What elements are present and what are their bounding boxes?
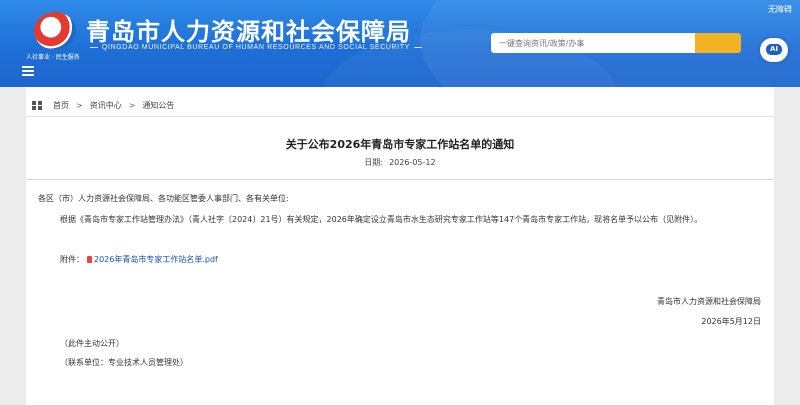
robot-icon[interactable]: AI [758,34,790,66]
search-box [491,33,741,53]
search-input[interactable] [491,33,695,53]
public-note: （此件主动公开） [60,339,124,348]
signature-date: 2026年5月12日 [701,317,761,326]
site-subtitle: QINGDAO MUNICIPAL BUREAU OF HUMAN RESOUR… [86,44,426,51]
breadcrumb-notices[interactable]: 通知公告 [142,100,174,111]
accessibility-link[interactable]: 无障碍 [768,4,792,15]
search-button[interactable] [695,33,741,53]
pdf-icon [87,256,92,263]
logo-caption: 人社事业 · 民生服务 [26,54,80,61]
menu-icon[interactable] [22,65,34,77]
salutation: 各区（市）人力资源社会保障局、各功能区管委人事部门、各有关单位: [38,194,289,203]
content-panel: 首页 > 资讯中心 > 通知公告 关于公布2026年青岛市专家工作站名单的通知 … [26,87,774,405]
title-divider [26,179,774,180]
logo-emblem-icon [34,12,76,50]
robot-head: AI [760,38,788,62]
attachment-label: 附件： [60,255,84,264]
breadcrumb-home[interactable]: 首页 [53,100,69,111]
article-date-row: 日期: 2026-05-12 [26,157,774,168]
home-icon [32,101,42,110]
contact-note: （联系单位：专业技术人员管理处） [60,358,188,367]
article-date: 2026-05-12 [389,158,436,167]
breadcrumb: 首页 > 资讯中心 > 通知公告 [26,95,774,117]
date-label: 日期: [364,158,384,167]
breadcrumb-news-center[interactable]: 资讯中心 [90,100,122,111]
article-title: 关于公布2026年青岛市专家工作站名单的通知 [285,138,515,151]
breadcrumb-separator: > [76,101,83,110]
breadcrumb-separator: > [128,101,136,110]
site-logo[interactable]: 人社事业 · 民生服务 [26,12,84,62]
attachment-row: 附件： 2026年青岛市专家工作站名单.pdf [60,254,218,265]
robot-face: AI [766,44,782,55]
site-header: 人社事业 · 民生服务 青岛市人力资源和社会保障局 QINGDAO MUNICI… [0,0,800,87]
attachment-link[interactable]: 2026年青岛市专家工作站名单.pdf [94,255,218,264]
body-paragraph: 根据《青岛市专家工作站管理办法》（青人社字〔2024〕21号）有关规定，2026… [60,215,703,224]
signature-organization: 青岛市人力资源和社会保障局 [657,297,761,306]
site-title: 青岛市人力资源和社会保障局 [86,18,411,46]
